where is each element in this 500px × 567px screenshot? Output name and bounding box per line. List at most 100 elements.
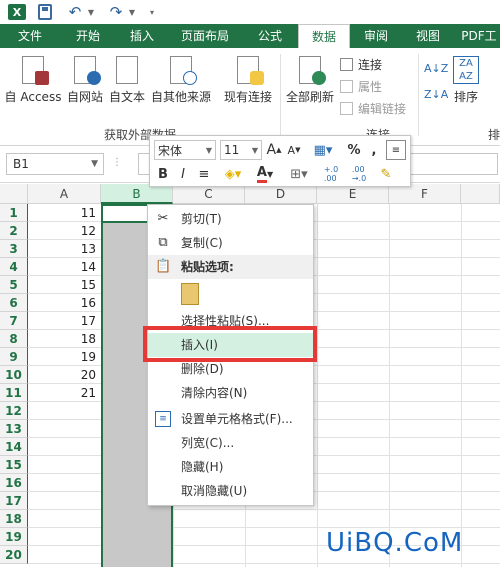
row-header[interactable]: 8: [0, 330, 28, 348]
row-header[interactable]: 15: [0, 456, 28, 474]
font-size-select[interactable]: 11 ▼: [220, 140, 262, 160]
column-header-b[interactable]: B: [101, 184, 173, 204]
format-painter-table-icon[interactable]: ≡: [386, 140, 406, 160]
font-color-icon: A: [256, 165, 267, 183]
cell-a-value[interactable]: 15: [28, 276, 100, 294]
cell-a-value[interactable]: 20: [28, 366, 100, 384]
menu-item-unhide[interactable]: 取消隐藏(U): [148, 479, 313, 503]
refresh-all-button[interactable]: 全部刷新: [284, 56, 336, 105]
tab-view[interactable]: 视图: [402, 24, 454, 48]
decrease-decimal-button[interactable]: .00 →.0: [346, 164, 372, 184]
redo-icon[interactable]: ↷: [107, 3, 125, 21]
sort-za-icon[interactable]: Z↓A: [424, 88, 448, 101]
ribbon-data: 自 Access 自网站 自文本 自其他来源 现有连接 获取外部数据 全部刷新 …: [0, 48, 500, 146]
save-icon[interactable]: [38, 4, 52, 20]
font-name-select[interactable]: 宋体 ▼: [154, 140, 216, 160]
row-header[interactable]: 16: [0, 474, 28, 492]
column-header-a[interactable]: A: [28, 184, 101, 204]
row-header[interactable]: 4: [0, 258, 28, 276]
existing-connections-button[interactable]: 现有连接: [220, 56, 276, 105]
tab-pdf[interactable]: PDF工: [458, 24, 500, 48]
row-header[interactable]: 2: [0, 222, 28, 240]
row-header[interactable]: 14: [0, 438, 28, 456]
tab-formulas[interactable]: 公式: [242, 24, 298, 48]
font-color-button[interactable]: A ▼: [250, 164, 280, 184]
row-header[interactable]: 17: [0, 492, 28, 510]
edit-links-icon: [340, 102, 353, 115]
row-header[interactable]: 6: [0, 294, 28, 312]
menu-item-copy[interactable]: ⧉ 复制(C): [148, 231, 313, 255]
menu-item-column-width[interactable]: 列宽(C)...: [148, 431, 313, 455]
sort-az-icon[interactable]: A↓Z: [424, 62, 448, 75]
column-header-f[interactable]: F: [389, 184, 461, 204]
chevron-down-icon: ▼: [205, 145, 212, 155]
tab-insert[interactable]: 插入: [116, 24, 168, 48]
undo-icon[interactable]: ↶: [66, 3, 84, 21]
from-web-button[interactable]: 自网站: [64, 56, 106, 105]
increase-decimal-button[interactable]: +.0 .00: [318, 164, 344, 184]
cell-a-value[interactable]: 19: [28, 348, 100, 366]
menu-item-cut[interactable]: ✂ 剪切(T): [148, 207, 313, 231]
column-header-c[interactable]: C: [173, 184, 245, 204]
tab-file[interactable]: 文件: [0, 24, 60, 48]
row-header[interactable]: 19: [0, 528, 28, 546]
row-header[interactable]: 18: [0, 510, 28, 528]
percent-style-button[interactable]: %: [344, 140, 364, 160]
row-header[interactable]: 11: [0, 384, 28, 402]
borders-icon[interactable]: ⊞▾: [284, 164, 314, 184]
column-header-g[interactable]: [461, 184, 500, 204]
number-format-icon[interactable]: ▦▾: [308, 140, 338, 160]
tab-data[interactable]: 数据: [298, 24, 350, 48]
menu-header-label: 粘贴选项:: [181, 260, 234, 274]
tab-page-layout[interactable]: 页面布局: [168, 24, 242, 48]
menu-item-hide[interactable]: 隐藏(H): [148, 455, 313, 479]
cell-a-value[interactable]: 13: [28, 240, 100, 258]
format-painter-icon[interactable]: ✎: [376, 164, 396, 184]
cell-a-value[interactable]: 11: [28, 204, 100, 222]
grow-font-button[interactable]: A ▲: [266, 140, 282, 160]
paste-button[interactable]: [148, 281, 313, 309]
tab-home[interactable]: 开始: [60, 24, 116, 48]
row-header[interactable]: 5: [0, 276, 28, 294]
from-other-sources-button[interactable]: 自其他来源: [148, 56, 214, 105]
sort-dialog-icon: ZA AZ: [453, 56, 479, 84]
comma-style-button[interactable]: ,: [366, 140, 382, 160]
edit-links-button[interactable]: 编辑链接: [340, 100, 406, 117]
row-header[interactable]: 7: [0, 312, 28, 330]
name-box[interactable]: B1 ▼: [6, 153, 104, 175]
row-header[interactable]: 13: [0, 420, 28, 438]
row-header[interactable]: 12: [0, 402, 28, 420]
from-access-button[interactable]: 自 Access: [4, 56, 62, 105]
redo-dropdown-icon[interactable]: ▼: [127, 4, 137, 20]
row-header[interactable]: 3: [0, 240, 28, 258]
bold-button[interactable]: B: [154, 164, 172, 184]
cell-a-value[interactable]: 18: [28, 330, 100, 348]
sort-button[interactable]: ZA AZ 排序: [448, 56, 484, 105]
cell-a-value[interactable]: 21: [28, 384, 100, 402]
connections-button[interactable]: 连接: [340, 56, 382, 73]
cell-a-value[interactable]: 14: [28, 258, 100, 276]
properties-button[interactable]: 属性: [340, 78, 382, 95]
chevron-down-icon[interactable]: ▼: [91, 154, 98, 174]
row-header[interactable]: 1: [0, 204, 28, 222]
cell-a-value[interactable]: 17: [28, 312, 100, 330]
tab-review[interactable]: 审阅: [350, 24, 402, 48]
column-header-e[interactable]: E: [317, 184, 389, 204]
fill-color-icon[interactable]: ◈▾: [218, 164, 248, 184]
align-center-icon[interactable]: ≡: [194, 164, 214, 184]
menu-item-format-cells[interactable]: ≡ 设置单元格格式(F)...: [148, 407, 313, 431]
menu-item-clear-contents[interactable]: 清除内容(N): [148, 381, 313, 405]
row-header[interactable]: 10: [0, 366, 28, 384]
from-text-button[interactable]: 自文本: [106, 56, 148, 105]
italic-button[interactable]: I: [174, 164, 192, 184]
undo-dropdown-icon[interactable]: ▼: [86, 4, 96, 20]
row-header[interactable]: 20: [0, 546, 28, 564]
customize-toolbar-icon[interactable]: ▾: [147, 4, 157, 20]
column-header-d[interactable]: D: [245, 184, 317, 204]
select-all-corner[interactable]: [0, 184, 28, 204]
cell-a-value[interactable]: 16: [28, 294, 100, 312]
shrink-font-button[interactable]: A ▼: [286, 140, 302, 160]
row-header[interactable]: 9: [0, 348, 28, 366]
properties-icon: [340, 80, 353, 93]
cell-a-value[interactable]: 12: [28, 222, 100, 240]
